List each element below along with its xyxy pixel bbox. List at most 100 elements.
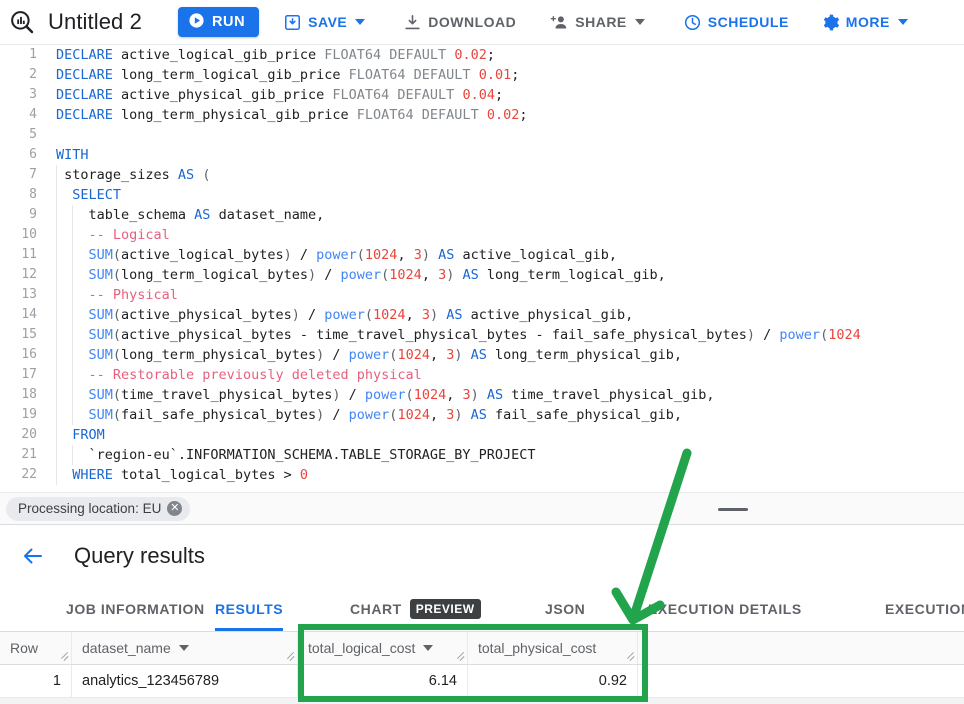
- bottom-strip: [0, 698, 964, 704]
- line-number: 16: [21, 347, 37, 362]
- processing-location-bar: Processing location: EU ✕: [0, 492, 964, 525]
- code-line: 13 -- Physical: [0, 285, 964, 305]
- column-header-phy[interactable]: total_physical_cost: [468, 632, 638, 664]
- indent-guide: [72, 345, 74, 365]
- tab-label: CHART: [350, 601, 402, 617]
- chevron-down-icon: [355, 19, 366, 25]
- line-number: 19: [21, 407, 37, 422]
- code-line: 4 DECLARE long_term_physical_gib_price FL…: [0, 105, 964, 125]
- indent-guide: [72, 265, 74, 285]
- code-line: 17 -- Restorable previously deleted phys…: [0, 365, 964, 385]
- code-line: 16 SUM(long_term_physical_bytes) / power…: [0, 345, 964, 365]
- indent-guide: [56, 445, 57, 465]
- sort-descending-icon[interactable]: [178, 645, 189, 651]
- line-number: 18: [21, 387, 37, 402]
- tab-label: RESULTS: [215, 601, 284, 617]
- cell-log: 6.14: [298, 665, 468, 697]
- indent-guide: [56, 205, 57, 225]
- line-number: 5: [29, 127, 37, 142]
- code-line: 3 DECLARE active_physical_gib_price FLOAT…: [0, 85, 964, 105]
- column-header-log[interactable]: total_logical_cost: [298, 632, 468, 664]
- query-results-header: Query results: [0, 525, 964, 587]
- line-number: 15: [21, 327, 37, 342]
- close-circle-icon[interactable]: ✕: [167, 501, 183, 516]
- column-resize-handle[interactable]: [456, 652, 465, 661]
- indent-guide: [56, 225, 57, 245]
- column-header-name[interactable]: dataset_name: [72, 632, 298, 664]
- indent-guide: [72, 325, 74, 345]
- processing-location-chip[interactable]: Processing location: EU ✕: [6, 496, 191, 521]
- line-number: 10: [21, 227, 37, 242]
- indent-guide: [72, 305, 74, 325]
- code-text: SUM(time_travel_physical_bytes) / power(…: [46, 385, 714, 405]
- indent-guide: [56, 405, 57, 425]
- code-text: WITH: [56, 147, 89, 163]
- chevron-down-icon: [897, 19, 908, 25]
- table-header-row: Row dataset_name total_logical_cost total_p…: [0, 632, 964, 665]
- sql-editor[interactable]: 1 DECLARE active_logical_gib_price FLOAT6…: [0, 45, 964, 492]
- line-number: 12: [21, 267, 37, 282]
- code-text: DECLARE long_term_logical_gib_price FLOA…: [56, 67, 520, 83]
- code-line: 6 WITH: [0, 145, 964, 165]
- code-text: SUM(long_term_logical_bytes) / power(102…: [46, 265, 666, 285]
- drag-handle-icon[interactable]: [718, 508, 748, 511]
- code-line: 9 table_schema AS dataset_name,: [0, 205, 964, 225]
- column-resize-handle[interactable]: [626, 652, 635, 661]
- page-title: Untitled 2: [48, 9, 142, 34]
- download-label: DOWNLOAD: [428, 14, 517, 30]
- line-number: 4: [29, 107, 37, 122]
- tab-label: JOB INFORMATION: [66, 601, 205, 617]
- indent-guide: [56, 385, 57, 405]
- code-text: DECLARE long_term_physical_gib_price FLO…: [56, 107, 528, 123]
- column-header-label: total_logical_cost: [308, 640, 416, 656]
- run-button[interactable]: RUN: [177, 7, 260, 37]
- table-row[interactable]: 1 analytics_123456789 6.14 0.92: [0, 665, 964, 698]
- tab-execution-details[interactable]: EXECUTION DETAILS: [648, 587, 802, 631]
- line-number: 11: [21, 247, 37, 262]
- code-line: 20 FROM: [0, 425, 964, 445]
- bigquery-console: Untitled 2 RUN SAVE DOWNLOAD SHARE SCHED…: [0, 0, 964, 704]
- bigquery-search-icon[interactable]: [0, 0, 44, 44]
- line-number: 22: [21, 467, 37, 482]
- line-number: 21: [21, 447, 37, 462]
- download-button[interactable]: DOWNLOAD: [395, 0, 524, 44]
- run-button-label: RUN: [211, 14, 246, 30]
- tab-job-information[interactable]: JOB INFORMATION: [66, 587, 205, 631]
- indent-guide: [56, 345, 57, 365]
- code-line: 21 `region-eu`.INFORMATION_SCHEMA.TABLE_…: [0, 445, 964, 465]
- column-resize-handle[interactable]: [286, 652, 295, 661]
- code-text: SUM(active_physical_bytes - time_travel_…: [46, 325, 861, 345]
- back-arrow-icon[interactable]: [18, 541, 48, 571]
- indent-guide: [72, 285, 74, 305]
- tab-execution-g[interactable]: EXECUTION G: [885, 587, 964, 631]
- tab-chart[interactable]: CHART PREVIEW: [350, 587, 481, 631]
- line-number: 8: [29, 187, 37, 202]
- indent-guide: [56, 425, 57, 445]
- sort-descending-icon[interactable]: [423, 645, 434, 651]
- indent-guide: [56, 325, 57, 345]
- code-text: SUM(active_physical_bytes) / power(1024,…: [46, 305, 633, 325]
- tab-json[interactable]: JSON: [545, 587, 585, 631]
- cell-name: analytics_123456789: [72, 665, 298, 697]
- code-text: -- Logical: [46, 225, 170, 245]
- table-body: 1 analytics_123456789 6.14 0.92: [0, 665, 964, 698]
- chevron-down-icon: [634, 19, 645, 25]
- schedule-button[interactable]: SCHEDULE: [675, 0, 797, 44]
- cell-phy: 0.92: [468, 665, 638, 697]
- more-button[interactable]: MORE: [813, 0, 916, 44]
- indent-guide: [72, 225, 74, 245]
- line-number: 9: [29, 207, 37, 222]
- play-icon: [188, 12, 205, 33]
- share-button[interactable]: SHARE: [540, 0, 653, 44]
- indent-guide: [72, 205, 74, 225]
- save-button[interactable]: SAVE: [275, 0, 373, 44]
- gear-icon: [821, 13, 840, 32]
- code-line: 8 SELECT: [0, 185, 964, 205]
- code-text: DECLARE active_physical_gib_price FLOAT6…: [56, 87, 504, 103]
- column-resize-handle[interactable]: [60, 652, 69, 661]
- cell-filler: [638, 665, 964, 697]
- tab-results[interactable]: RESULTS: [215, 587, 284, 631]
- tab-label: EXECUTION DETAILS: [648, 601, 802, 617]
- column-header-row[interactable]: Row: [0, 632, 72, 664]
